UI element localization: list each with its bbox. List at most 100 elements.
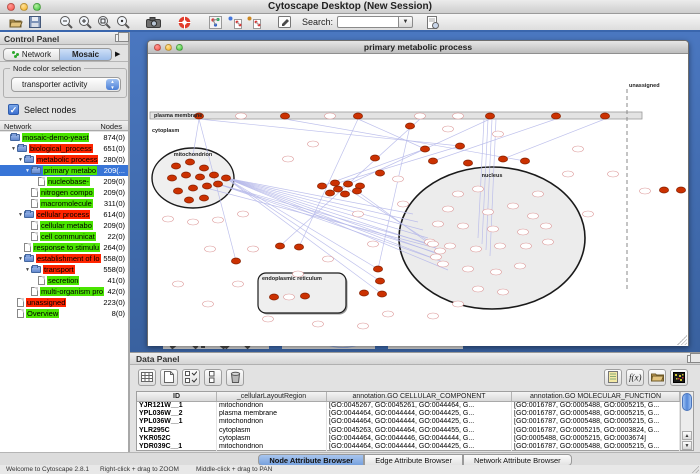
network-node[interactable] xyxy=(173,188,182,194)
network-node-label[interactable] xyxy=(473,286,484,292)
network-node-label[interactable] xyxy=(518,229,529,235)
select-attributes-icon[interactable] xyxy=(182,369,200,386)
search-options-icon[interactable] xyxy=(425,15,440,29)
network-node-label[interactable] xyxy=(205,246,216,252)
more-tabs-arrow-icon[interactable]: ▶ xyxy=(115,50,120,58)
network-node-label[interactable] xyxy=(458,223,469,229)
table-row[interactable]: YLR295Ccytoplasm[GO:0045263, GO:0044464,… xyxy=(137,427,693,435)
close-button[interactable] xyxy=(154,44,161,51)
network-node-label[interactable] xyxy=(443,126,454,132)
tree-item-nucleobase-[interactable]: nucleobase-209(0) xyxy=(0,176,128,187)
network-node[interactable] xyxy=(185,159,194,165)
network-node-label[interactable] xyxy=(563,171,574,177)
attribute-table-header[interactable]: ID_cellularLayoutRegionannotation.GO CEL… xyxy=(137,392,693,402)
network-node[interactable] xyxy=(600,113,609,119)
network-node-label[interactable] xyxy=(445,243,456,249)
matrix-view-icon[interactable] xyxy=(670,369,688,386)
expand-arrow-icon[interactable]: ▼ xyxy=(17,212,24,218)
tab-network[interactable]: Network xyxy=(3,48,60,61)
network-node-label[interactable] xyxy=(493,131,504,137)
node-color-select[interactable]: transporter activity ▲▼ xyxy=(11,77,121,92)
tab-edge-attribute-browser[interactable]: Edge Attribute Browser xyxy=(364,454,463,466)
network-node-label[interactable] xyxy=(428,313,439,319)
app-resize-grip[interactable] xyxy=(691,465,699,473)
network-node-label[interactable] xyxy=(284,294,295,300)
network-node-label[interactable] xyxy=(528,213,539,219)
network-node-label[interactable] xyxy=(173,281,184,287)
network-node[interactable] xyxy=(498,156,507,162)
minimize-button[interactable] xyxy=(20,3,28,11)
network-node-label[interactable] xyxy=(483,209,494,215)
network-node[interactable] xyxy=(352,188,361,194)
network-node-label[interactable] xyxy=(443,206,454,212)
network-node-label[interactable] xyxy=(463,266,474,272)
network-node-label[interactable] xyxy=(498,289,509,295)
network-node[interactable] xyxy=(199,165,208,171)
tab-node-attribute-browser[interactable]: Node Attribute Browser xyxy=(258,454,364,466)
tree-item-cellular-process[interactable]: ▼cellular process614(0) xyxy=(0,209,128,220)
network-node[interactable] xyxy=(520,158,529,164)
network-node[interactable] xyxy=(551,113,560,119)
plugin-annotation-2-icon[interactable] xyxy=(246,15,261,29)
tree-item-response-to-stimulu[interactable]: response to stimulu264(0) xyxy=(0,242,128,253)
network-node[interactable] xyxy=(428,158,437,164)
column-header[interactable]: annotation.GO MOLECULAR_FUNCTION xyxy=(512,392,680,401)
network-node-label[interactable] xyxy=(583,211,594,217)
column-header[interactable]: _cellularLayoutRegion xyxy=(217,392,327,401)
network-node[interactable] xyxy=(659,187,668,193)
minimize-button[interactable] xyxy=(165,44,172,51)
network-node[interactable] xyxy=(373,266,382,272)
zoom-out-icon[interactable] xyxy=(58,15,73,29)
network-node[interactable] xyxy=(275,243,284,249)
open-icon[interactable] xyxy=(8,15,23,29)
network-node[interactable] xyxy=(370,155,379,161)
table-scrollbar[interactable]: ▲ ▼ xyxy=(680,392,693,450)
network-node-label[interactable] xyxy=(325,113,336,119)
network-edge[interactable] xyxy=(503,119,605,159)
network-node[interactable] xyxy=(325,190,334,196)
network-node[interactable] xyxy=(209,172,218,178)
edit-search-settings-icon[interactable] xyxy=(277,15,292,29)
tree-item-cell-communicat[interactable]: cell communicat22(0) xyxy=(0,231,128,242)
tab-network-attribute-browser[interactable]: Network Attribute Browser xyxy=(463,454,572,466)
tree-item-primary-metabo[interactable]: ▼primary metabo209(... xyxy=(0,165,128,176)
tree-item-biological-process[interactable]: ▼biological_process651(0) xyxy=(0,143,128,154)
network-node-label[interactable] xyxy=(533,191,544,197)
network-node[interactable] xyxy=(184,197,193,203)
network-node-label[interactable] xyxy=(163,216,174,222)
network-edge[interactable] xyxy=(199,119,460,146)
network-node-label[interactable] xyxy=(543,239,554,245)
tree-item-nitrogen-compo[interactable]: nitrogen compo209(0) xyxy=(0,187,128,198)
network-node[interactable] xyxy=(195,174,204,180)
tree-item-unassigned[interactable]: unassigned223(0) xyxy=(0,297,128,308)
expand-arrow-icon[interactable]: ▼ xyxy=(10,146,17,152)
region-plasma-membrane[interactable] xyxy=(150,112,642,119)
network-node-label[interactable] xyxy=(573,146,584,152)
network-node[interactable] xyxy=(353,113,362,119)
column-header[interactable]: ID xyxy=(137,392,217,401)
tree-item-cellular-metabo[interactable]: cellular metabo209(0) xyxy=(0,220,128,231)
network-node-label[interactable] xyxy=(398,201,409,207)
new-attribute-icon[interactable] xyxy=(160,369,178,386)
network-node[interactable] xyxy=(375,170,384,176)
expand-arrow-icon[interactable]: ▼ xyxy=(24,267,31,273)
network-node-label[interactable] xyxy=(435,248,446,254)
network-node[interactable] xyxy=(485,113,494,119)
network-node-label[interactable] xyxy=(263,316,274,322)
scroll-down-icon[interactable]: ▼ xyxy=(682,441,692,450)
unselect-attributes-icon[interactable] xyxy=(204,369,222,386)
import-attributes-icon[interactable] xyxy=(604,369,622,386)
network-node-label[interactable] xyxy=(233,281,244,287)
network-node[interactable] xyxy=(343,181,352,187)
network-node[interactable] xyxy=(317,183,326,189)
expand-arrow-icon[interactable]: ▼ xyxy=(24,168,31,174)
search-input[interactable] xyxy=(337,16,399,28)
network-node[interactable] xyxy=(213,181,222,187)
tree-item-secretion[interactable]: secretion41(0) xyxy=(0,275,128,286)
delete-attribute-icon[interactable] xyxy=(226,369,244,386)
network-window-titlebar[interactable]: primary metabolic process xyxy=(148,41,688,54)
network-node-label[interactable] xyxy=(453,113,464,119)
plugin-network-icon[interactable] xyxy=(208,15,223,29)
attribute-table[interactable]: ID_cellularLayoutRegionannotation.GO CEL… xyxy=(136,391,694,451)
tree-item-overview[interactable]: Overview8(0) xyxy=(0,308,128,319)
